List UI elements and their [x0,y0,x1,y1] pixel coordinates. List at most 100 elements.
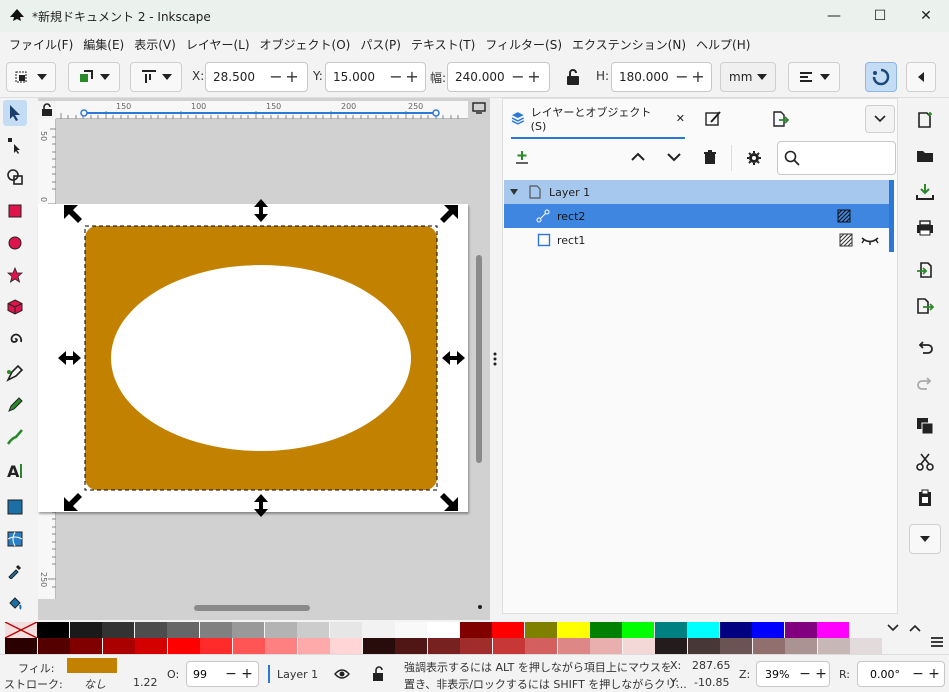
x-increment-button[interactable]: + [284,64,300,90]
horizontal-ruler[interactable]: 150 100 150 200 250 [56,101,468,119]
menu-edit[interactable]: 編集(E) [78,36,129,53]
unit-select[interactable]: mm [720,62,776,92]
menu-path[interactable]: パス(P) [355,36,406,53]
hidden-eye-icon[interactable] [861,235,880,245]
menu-file[interactable]: ファイル(F) [4,36,78,53]
dock-splitter-handle[interactable] [493,352,497,366]
color-swatch[interactable] [232,638,265,654]
expander-triangle-icon[interactable] [509,188,519,196]
eye-icon[interactable] [334,668,350,680]
no-paint-swatch[interactable] [5,622,37,638]
vertical-scrollbar[interactable] [476,255,482,463]
color-swatch[interactable] [622,638,655,654]
zoom-increment-button[interactable]: + [813,666,829,682]
clip-mask-icon[interactable] [839,233,853,247]
color-swatch[interactable] [37,638,70,654]
height-input[interactable] [612,64,674,90]
move-up-icon[interactable] [631,152,645,162]
rectangle-tool[interactable] [3,198,27,224]
palette-scroll-up-icon[interactable] [909,624,921,632]
text-tool[interactable]: A [3,458,27,484]
color-swatch[interactable] [654,622,687,638]
handle-top-left-icon[interactable] [64,205,82,223]
node-tool[interactable] [3,132,27,158]
y-spinbox[interactable]: − + [325,62,426,92]
search-input[interactable] [806,151,886,165]
opacity-decrement-button[interactable]: − [223,666,239,682]
close-button[interactable]: ✕ [903,0,949,32]
3d-box-tool[interactable] [3,294,27,320]
color-swatch[interactable] [524,622,557,638]
color-swatch[interactable] [232,622,264,638]
x-decrement-button[interactable]: − [268,64,284,90]
color-swatch[interactable] [687,622,719,638]
color-swatch[interactable] [557,622,589,638]
move-down-icon[interactable] [667,152,681,162]
handle-left-icon[interactable] [58,351,81,365]
color-swatch[interactable] [687,638,720,654]
color-swatch[interactable] [719,622,752,638]
handle-bottom-icon[interactable] [254,494,268,517]
redo-button[interactable] [911,370,939,398]
menu-object[interactable]: オブジェクト(O) [255,36,356,53]
mesh-tool[interactable] [3,526,27,552]
color-swatch[interactable] [427,622,459,638]
current-layer[interactable]: Layer 1 [277,668,318,681]
layer-row[interactable]: Layer 1 [504,180,889,204]
color-swatch[interactable] [589,622,622,638]
color-swatch[interactable] [167,638,200,654]
horizontal-scrollbar[interactable] [194,605,310,611]
color-swatch[interactable] [427,638,460,654]
handle-right-icon[interactable] [442,351,465,365]
spiral-tool[interactable] [3,326,27,352]
dock-menu-button[interactable] [865,105,895,133]
y-input[interactable] [326,64,388,90]
color-swatch[interactable] [492,622,524,638]
color-swatch[interactable] [394,622,427,638]
print-button[interactable] [911,214,939,242]
color-swatch[interactable] [297,638,330,654]
ellipse-tool[interactable] [3,230,27,256]
menu-filters[interactable]: フィルター(S) [480,36,567,53]
rect2-ellipse-shape[interactable] [111,265,411,451]
color-swatch[interactable] [134,622,167,638]
tab-export[interactable] [765,99,795,139]
color-swatch[interactable] [200,638,232,654]
zoom-decrement-button[interactable]: − [797,666,813,682]
gradient-tool[interactable] [3,494,27,520]
gear-icon[interactable] [746,150,762,166]
color-swatch[interactable] [720,638,752,654]
color-swatch[interactable] [622,622,654,638]
palette-menu-icon[interactable] [930,636,944,648]
color-swatch[interactable] [37,622,69,638]
pencil-tool[interactable] [3,392,27,418]
stroke-value[interactable]: なし [84,676,106,692]
fill-indicator[interactable] [67,658,117,673]
handle-bottom-right-icon[interactable] [440,493,458,511]
select-mode-dropdown[interactable] [6,62,56,92]
lock-ratio-icon[interactable] [566,68,580,86]
color-swatch[interactable] [69,622,102,638]
handle-bottom-left-icon[interactable] [64,493,82,511]
x-spinbox[interactable]: − + [205,62,308,92]
palette-scroll-down-icon[interactable] [887,624,899,632]
width-increment-button[interactable]: + [526,64,542,90]
transform-behavior-dropdown[interactable] [788,62,840,92]
paste-button[interactable] [911,484,939,512]
maximize-button[interactable]: ☐ [857,0,903,32]
calligraphy-tool[interactable] [3,424,27,450]
unlock-icon[interactable] [372,666,386,682]
color-swatch[interactable] [102,622,134,638]
drawing[interactable] [38,199,490,519]
color-swatch[interactable] [785,638,817,654]
color-swatch[interactable] [784,622,817,638]
menu-view[interactable]: 表示(V) [129,36,181,53]
color-swatch[interactable] [5,638,37,654]
rotation-spinbox[interactable]: − + [857,661,945,687]
color-swatch[interactable] [362,638,395,654]
guide-lock-button[interactable] [38,101,56,119]
width-decrement-button[interactable]: − [510,64,526,90]
undo-button[interactable] [911,334,939,362]
save-button[interactable] [911,178,939,206]
star-tool[interactable] [3,262,27,288]
